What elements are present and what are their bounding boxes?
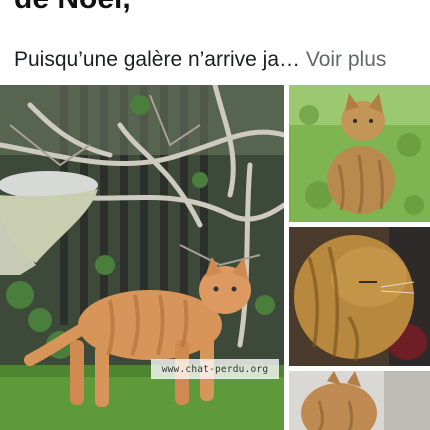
thumbnail-photo-2[interactable] bbox=[289, 227, 430, 366]
thumbnail-photo-3[interactable] bbox=[289, 371, 430, 430]
watermark-text: www.chat-perdu.org bbox=[151, 359, 279, 379]
see-more-link[interactable]: Voir plus bbox=[306, 48, 387, 71]
post-excerpt: Puisqu’une galère n’arrive ja… Voir plus bbox=[14, 48, 386, 72]
thumbnail-photo-1-image bbox=[289, 85, 430, 222]
post-excerpt-text: Puisqu’une galère n’arrive ja… bbox=[14, 48, 300, 71]
thumbnail-photo-2-image bbox=[289, 227, 430, 366]
thumbnail-photo-3-image bbox=[289, 371, 430, 430]
post-title: de Noël, bbox=[14, 0, 131, 16]
thumbnail-photo-1[interactable] bbox=[289, 85, 430, 222]
